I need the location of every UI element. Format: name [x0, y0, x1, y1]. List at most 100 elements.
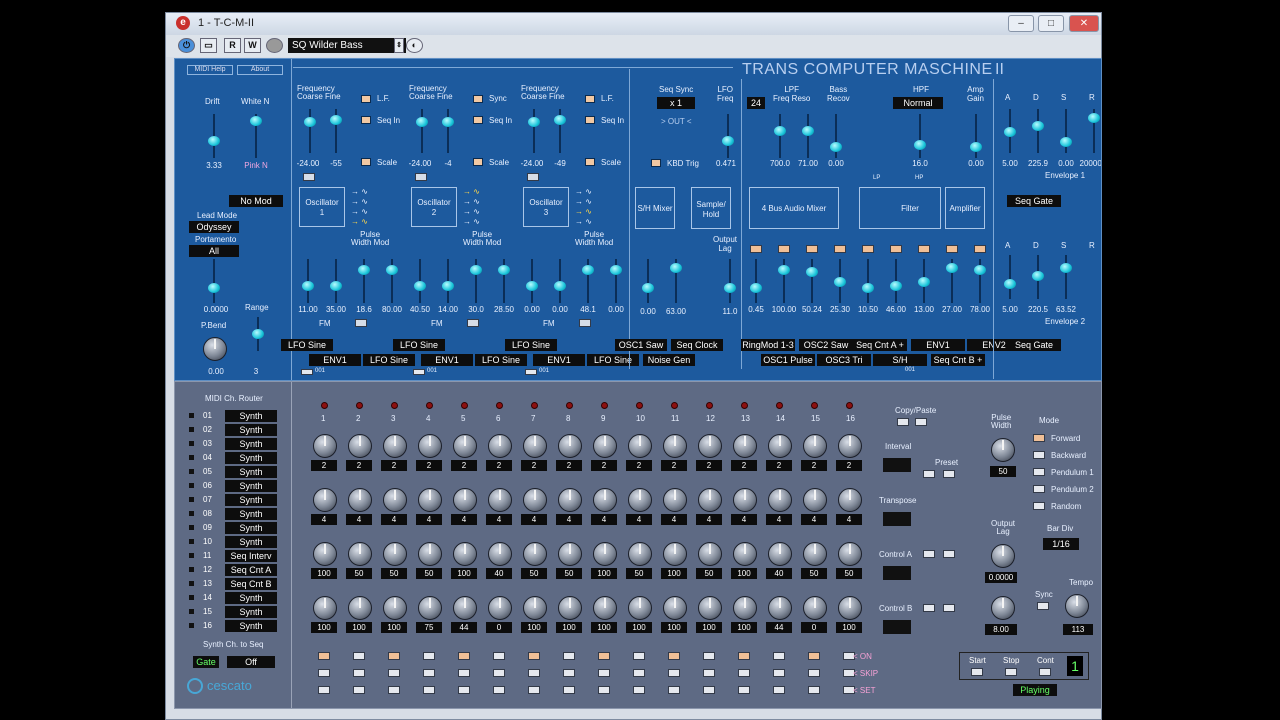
- step-knob-r2[interactable]: [768, 488, 792, 512]
- step-knob-r4[interactable]: [313, 596, 337, 620]
- step-knob-r3[interactable]: [488, 542, 512, 566]
- settings-icon[interactable]: [266, 38, 283, 53]
- mod-fader-2[interactable]: [441, 259, 455, 303]
- control-a-btn-1[interactable]: [923, 550, 935, 558]
- step-knob-r3[interactable]: [348, 542, 372, 566]
- lfo-source[interactable]: LFO Sine: [281, 339, 333, 351]
- mix-fader-2[interactable]: [777, 259, 791, 303]
- step-on-button[interactable]: [703, 652, 715, 660]
- step-knob-r4[interactable]: [348, 596, 372, 620]
- seq-in-led[interactable]: [585, 116, 595, 124]
- step-knob-r4[interactable]: [383, 596, 407, 620]
- step-on-button[interactable]: [738, 652, 750, 660]
- step-on-button[interactable]: [808, 652, 820, 660]
- step-set-button[interactable]: [318, 686, 330, 694]
- range-fader[interactable]: [251, 317, 265, 351]
- step-knob-r1[interactable]: [523, 434, 547, 458]
- fine-fader[interactable]: [329, 109, 343, 153]
- start-button[interactable]: [971, 668, 983, 676]
- mix-fader-9[interactable]: [973, 259, 987, 303]
- mix-fader-4[interactable]: [833, 259, 847, 303]
- step-on-button[interactable]: [353, 652, 365, 660]
- off-toggle[interactable]: Off: [227, 656, 275, 668]
- router-target[interactable]: Seq Interv: [225, 550, 277, 562]
- step-on-button[interactable]: [598, 652, 610, 660]
- step-set-button[interactable]: [353, 686, 365, 694]
- scale-led[interactable]: [473, 158, 483, 166]
- step-on-button[interactable]: [633, 652, 645, 660]
- step-knob-r1[interactable]: [663, 434, 687, 458]
- pw-mode-button[interactable]: [467, 319, 479, 327]
- scale-led[interactable]: [361, 158, 371, 166]
- step-skip-button[interactable]: [668, 669, 680, 677]
- step-set-button[interactable]: [808, 686, 820, 694]
- step-on-button[interactable]: [458, 652, 470, 660]
- sh-mix-fader-1[interactable]: [641, 259, 655, 303]
- control-a-btn-2[interactable]: [943, 550, 955, 558]
- about-button[interactable]: About: [237, 65, 283, 75]
- step-on-button[interactable]: [493, 652, 505, 660]
- router-target[interactable]: Synth: [225, 508, 277, 520]
- mod-fader-4[interactable]: [497, 259, 511, 303]
- step-set-button[interactable]: [388, 686, 400, 694]
- seq-in-led[interactable]: [473, 116, 483, 124]
- kbd-trig-toggle[interactable]: [651, 159, 661, 167]
- mod-source-1[interactable]: RingMod 1-3: [741, 339, 795, 351]
- copy-button[interactable]: [897, 418, 909, 426]
- coarse-fader[interactable]: [303, 109, 317, 153]
- mod-source-3[interactable]: Seq Cnt A +: [853, 339, 907, 351]
- fine-fader[interactable]: [441, 109, 455, 153]
- step-set-button[interactable]: [738, 686, 750, 694]
- gate-toggle[interactable]: Gate: [193, 656, 219, 668]
- step-knob-r3[interactable]: [838, 542, 862, 566]
- step-knob-r4[interactable]: [453, 596, 477, 620]
- mix-toggle-8[interactable]: [946, 245, 958, 253]
- step-skip-button[interactable]: [703, 669, 715, 677]
- step-knob-r2[interactable]: [488, 488, 512, 512]
- step-knob-r3[interactable]: [593, 542, 617, 566]
- mode-button-2[interactable]: [1033, 451, 1045, 459]
- mod-fader-3[interactable]: [581, 259, 595, 303]
- step-knob-r3[interactable]: [733, 542, 757, 566]
- step-on-button[interactable]: [563, 652, 575, 660]
- step-knob-r2[interactable]: [523, 488, 547, 512]
- env1-r-fader[interactable]: [1087, 109, 1101, 153]
- step-knob-r3[interactable]: [628, 542, 652, 566]
- mod-source-2[interactable]: OSC2 Saw: [799, 339, 853, 351]
- env1-s-fader[interactable]: [1059, 109, 1073, 153]
- router-target[interactable]: Synth: [225, 606, 277, 618]
- step-skip-button[interactable]: [563, 669, 575, 677]
- router-target[interactable]: Synth: [225, 410, 277, 422]
- tempo-knob[interactable]: [1065, 594, 1089, 618]
- env1-d-fader[interactable]: [1031, 109, 1045, 153]
- mode-button-1[interactable]: [1033, 434, 1045, 442]
- step-knob-r2[interactable]: [313, 488, 337, 512]
- lfo-source[interactable]: LFO Sine: [505, 339, 557, 351]
- mod-fader-2[interactable]: [553, 259, 567, 303]
- router-target[interactable]: Synth: [225, 522, 277, 534]
- step-knob-r3[interactable]: [663, 542, 687, 566]
- step-knob-r1[interactable]: [348, 434, 372, 458]
- env1-a-fader[interactable]: [1003, 109, 1017, 153]
- step-knob-r4[interactable]: [663, 596, 687, 620]
- step-knob-r4[interactable]: [803, 596, 827, 620]
- osc-mode-button[interactable]: [415, 173, 427, 181]
- mod-fader-4[interactable]: [385, 259, 399, 303]
- env-source[interactable]: ENV1: [533, 354, 585, 366]
- cont-button[interactable]: [1039, 668, 1051, 676]
- step-knob-r1[interactable]: [453, 434, 477, 458]
- write-button[interactable]: W: [244, 38, 261, 53]
- lfo-source-2[interactable]: LFO Sine: [587, 354, 639, 366]
- step-knob-r4[interactable]: [733, 596, 757, 620]
- mod-fader-2[interactable]: [329, 259, 343, 303]
- step-set-button[interactable]: [668, 686, 680, 694]
- step-knob-r2[interactable]: [733, 488, 757, 512]
- mode-button-3[interactable]: [1033, 468, 1045, 476]
- step-knob-r1[interactable]: [628, 434, 652, 458]
- step-knob-r4[interactable]: [628, 596, 652, 620]
- step-skip-button[interactable]: [738, 669, 750, 677]
- toggle-1-led[interactable]: [361, 95, 371, 103]
- step-knob-r1[interactable]: [593, 434, 617, 458]
- router-target[interactable]: Synth: [225, 480, 277, 492]
- step-knob-r1[interactable]: [698, 434, 722, 458]
